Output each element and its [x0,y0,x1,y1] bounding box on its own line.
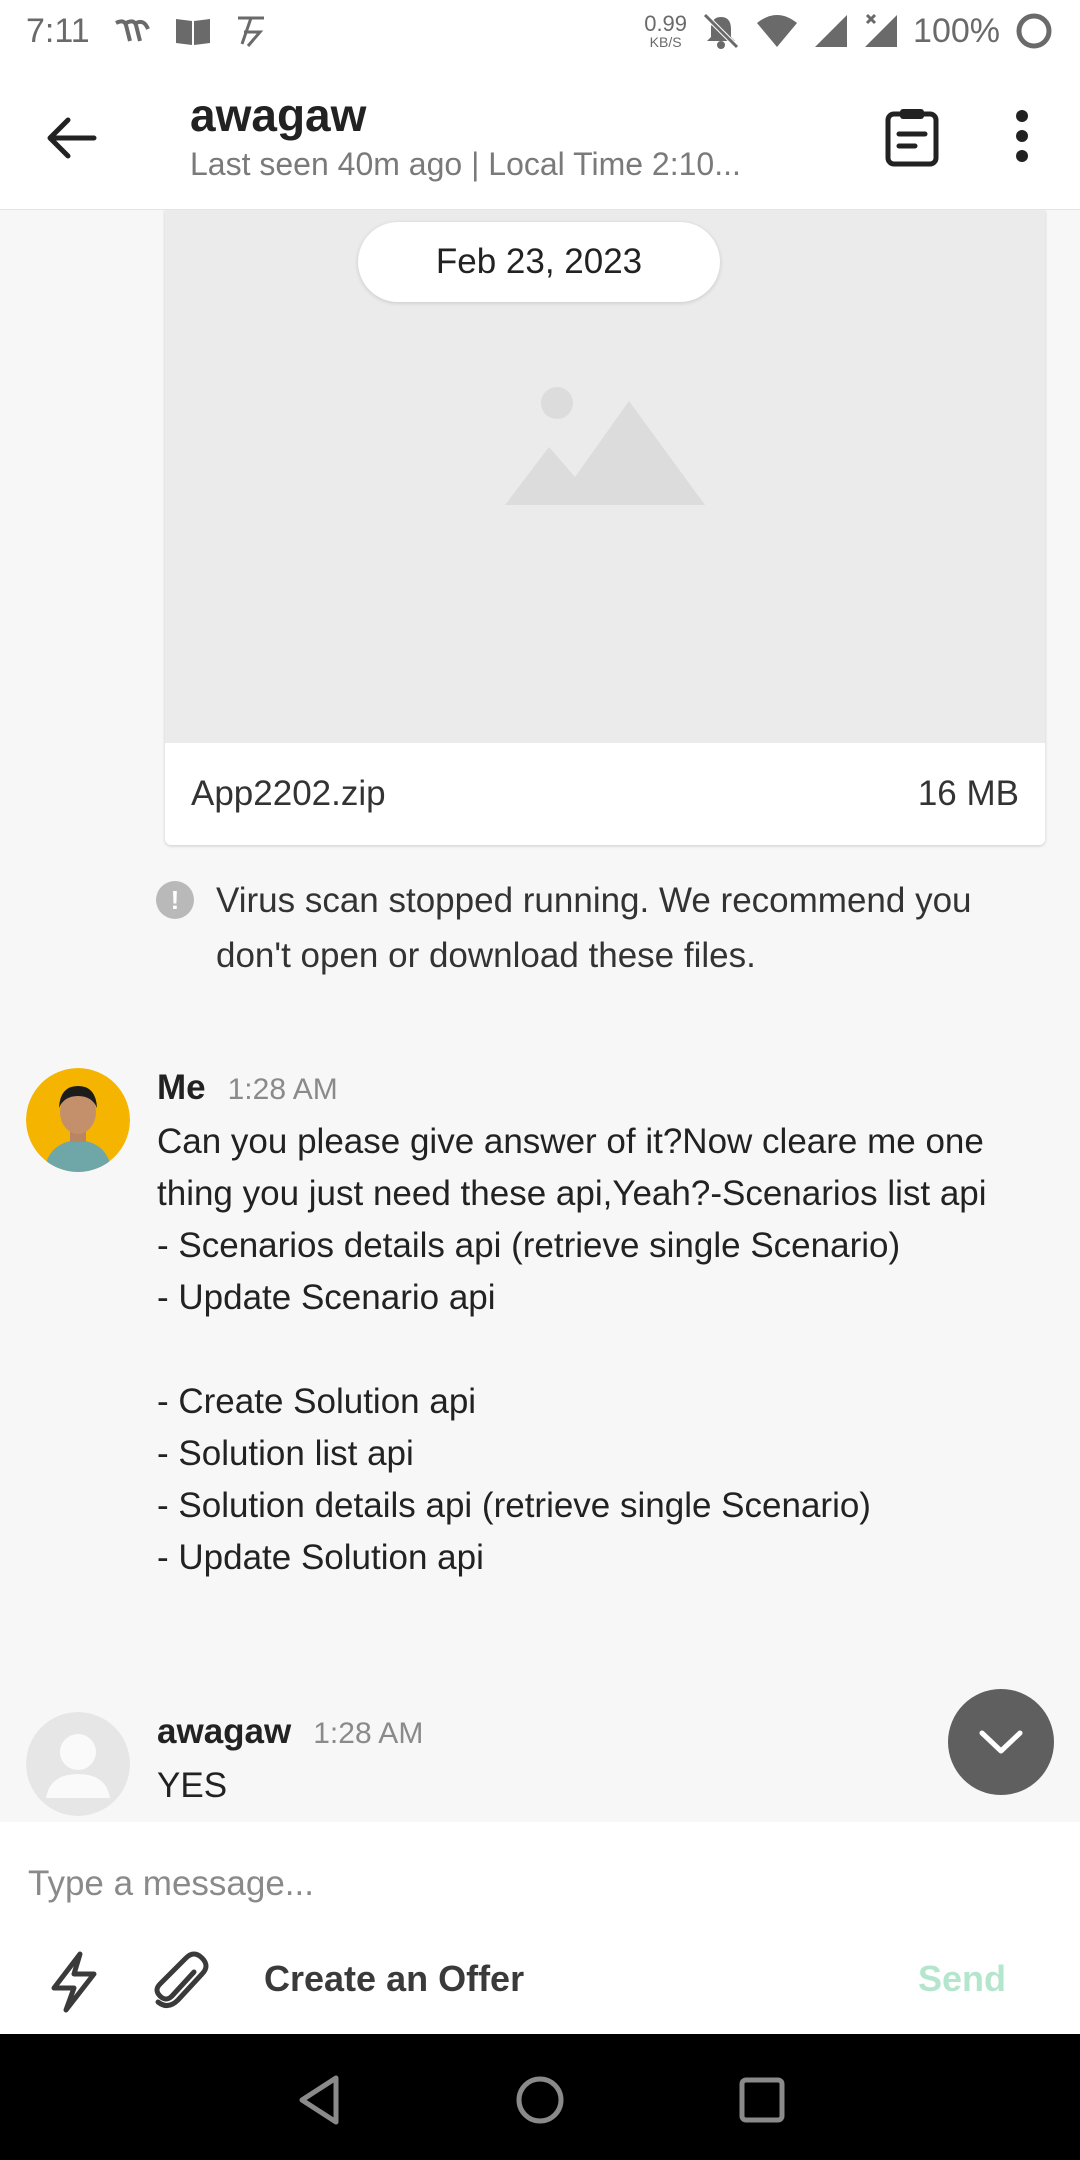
clipboard-icon[interactable] [884,106,940,168]
virus-scan-warning: ! Virus scan stopped running. We recomme… [156,873,1036,983]
message-text: Can you please give answer of it?Now cle… [157,1122,987,1577]
message-time: 1:28 AM [313,1717,424,1750]
attachment-icon[interactable] [150,1950,210,2014]
message-input[interactable] [26,1848,1030,1920]
status-bar: 7:11 0.99 KB/S 100% [0,0,1080,62]
signal-icon [815,15,848,47]
net-speed: 0.99 KB/S [644,11,688,50]
chevron-down-icon [979,1730,1023,1754]
wifi-calling-icon [114,19,150,42]
chat-header: awagaw Last seen 40m ago | Local Time 2:… [0,62,1080,210]
date-pill: Feb 23, 2023 [358,222,720,302]
message-sender: Me [157,1068,206,1107]
contact-status: Last seen 40m ago | Local Time 2:10... [190,146,741,182]
wifi-icon [757,15,798,47]
nav-recents-icon[interactable] [734,2072,790,2128]
more-options-icon[interactable] [1002,106,1042,168]
message-time: 1:28 AM [227,1073,338,1106]
create-offer-button[interactable]: Create an Offer [264,1958,524,2000]
message-sender: awagaw [157,1712,292,1751]
warning-icon: ! [156,881,194,919]
chat-scroll-area[interactable]: App2202.zip 16 MB Feb 23, 2023 ! Virus s… [0,210,1080,1822]
image-placeholder-icon [505,387,705,505]
scroll-to-bottom-button[interactable] [948,1689,1054,1795]
warning-text: Virus scan stopped running. We recommend… [216,881,972,975]
signal-x-icon [865,13,898,47]
mute-icon [703,13,739,49]
message-composer: Create an Offer Send [0,1822,1080,2034]
nav-back-icon[interactable] [292,2072,348,2128]
contact-name[interactable]: awagaw [190,88,366,142]
status-time: 7:11 [26,11,90,50]
attachment-file-name: App2202.zip [191,774,386,813]
tesla-icon [237,16,264,47]
attachment-card[interactable]: App2202.zip 16 MB [165,210,1045,845]
attachment-file-size: 16 MB [917,774,1019,813]
message-text: YES [157,1766,228,1805]
send-button[interactable]: Send [918,1958,1006,2000]
avatar[interactable] [26,1068,130,1172]
book-icon [175,19,210,45]
nav-home-icon[interactable] [512,2072,568,2128]
lightning-icon[interactable] [46,1950,102,2014]
avatar[interactable] [26,1712,130,1816]
battery-ring-icon [1016,13,1052,49]
system-navigation-bar [0,2034,1080,2160]
attachment-info: App2202.zip 16 MB [165,743,1045,845]
back-arrow-icon[interactable] [42,108,102,168]
battery-percent: 100% [913,11,1000,50]
